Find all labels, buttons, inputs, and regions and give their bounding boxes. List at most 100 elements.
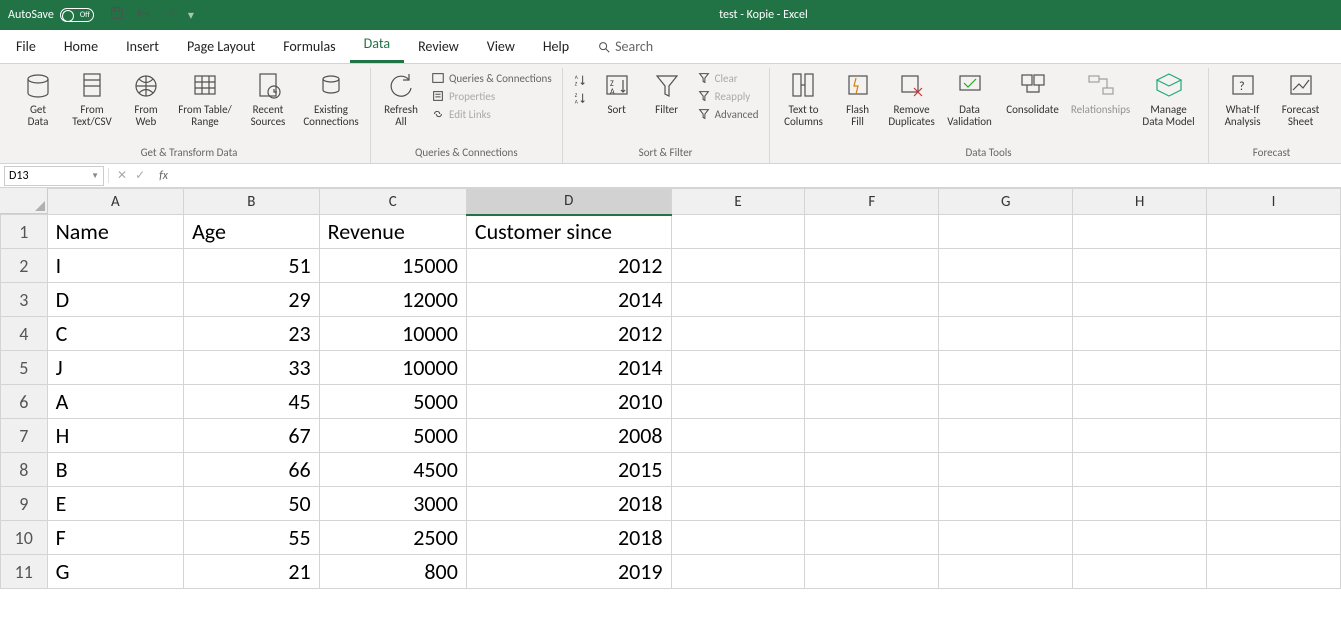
from-web-button[interactable]: FromWeb (122, 68, 170, 128)
cell-C9[interactable]: 3000 (319, 487, 466, 521)
cell-C1[interactable]: Revenue (319, 215, 466, 249)
cell-D4[interactable]: 2012 (466, 317, 671, 351)
cell-D2[interactable]: 2012 (466, 249, 671, 283)
cell-D3[interactable]: 2014 (466, 283, 671, 317)
autosave-off-icon[interactable]: Off (60, 8, 94, 22)
consolidate-button[interactable]: Consolidate (1000, 68, 1066, 116)
cell-C10[interactable]: 2500 (319, 521, 466, 555)
column-header-C[interactable]: C (319, 189, 466, 215)
column-header-E[interactable]: E (671, 189, 805, 215)
cell-B3[interactable]: 29 (184, 283, 320, 317)
filter-button[interactable]: Filter (643, 68, 691, 116)
cell-H3[interactable] (1073, 283, 1207, 317)
cell-A9[interactable]: E (47, 487, 184, 521)
sort-desc-button[interactable]: ZA (571, 90, 589, 106)
cell-A6[interactable]: A (47, 385, 184, 419)
queries-connections-button[interactable]: Queries & Connections (429, 70, 554, 86)
cell-E3[interactable] (671, 283, 805, 317)
data-validation-button[interactable]: DataValidation (942, 68, 998, 128)
tab-insert[interactable]: Insert (112, 30, 173, 63)
cell-C2[interactable]: 15000 (319, 249, 466, 283)
cell-D9[interactable]: 2018 (466, 487, 671, 521)
remove-duplicates-button[interactable]: RemoveDuplicates (884, 68, 940, 128)
advanced-filter-button[interactable]: Advanced (695, 106, 761, 122)
qat-customize-icon[interactable]: ▾ (188, 8, 194, 23)
enter-icon[interactable]: ✓ (135, 168, 145, 183)
cell-H5[interactable] (1073, 351, 1207, 385)
name-box[interactable]: D13 ▼ (4, 166, 104, 186)
relationships-button[interactable]: Relationships (1068, 68, 1134, 116)
sort-button[interactable]: ZA Sort (593, 68, 641, 116)
text-to-columns-button[interactable]: Text toColumns (776, 68, 832, 128)
cell-F6[interactable] (805, 385, 939, 419)
cell-D6[interactable]: 2010 (466, 385, 671, 419)
cell-F8[interactable] (805, 453, 939, 487)
cell-B5[interactable]: 33 (184, 351, 320, 385)
existing-connections-button[interactable]: ExistingConnections (298, 68, 364, 128)
cell-A3[interactable]: D (47, 283, 184, 317)
cell-A10[interactable]: F (47, 521, 184, 555)
fx-icon[interactable]: fx (153, 169, 174, 183)
chevron-down-icon[interactable]: ▼ (91, 171, 99, 181)
tab-page-layout[interactable]: Page Layout (173, 30, 269, 63)
cell-H8[interactable] (1073, 453, 1207, 487)
cell-D1[interactable]: Customer since (466, 215, 671, 249)
cell-G8[interactable] (939, 453, 1073, 487)
tab-home[interactable]: Home (50, 30, 112, 63)
edit-links-button[interactable]: Edit Links (429, 106, 554, 122)
cell-A1[interactable]: Name (47, 215, 184, 249)
redo-icon[interactable] (162, 6, 176, 24)
cell-G10[interactable] (939, 521, 1073, 555)
properties-button[interactable]: Properties (429, 88, 554, 104)
cell-F4[interactable] (805, 317, 939, 351)
column-header-I[interactable]: I (1207, 189, 1341, 215)
clear-filter-button[interactable]: Clear (695, 70, 761, 86)
column-header-H[interactable]: H (1073, 189, 1207, 215)
cell-F2[interactable] (805, 249, 939, 283)
cell-I2[interactable] (1207, 249, 1341, 283)
row-header[interactable]: 7 (1, 419, 48, 453)
cell-E2[interactable] (671, 249, 805, 283)
cell-B10[interactable]: 55 (184, 521, 320, 555)
cell-H11[interactable] (1073, 555, 1207, 589)
row-header[interactable]: 5 (1, 351, 48, 385)
cell-B6[interactable]: 45 (184, 385, 320, 419)
cell-E9[interactable] (671, 487, 805, 521)
cell-B8[interactable]: 66 (184, 453, 320, 487)
tab-view[interactable]: View (473, 30, 529, 63)
cell-G1[interactable] (939, 215, 1073, 249)
row-header[interactable]: 11 (1, 555, 48, 589)
cell-B1[interactable]: Age (184, 215, 320, 249)
cell-I8[interactable] (1207, 453, 1341, 487)
row-header[interactable]: 10 (1, 521, 48, 555)
save-icon[interactable] (110, 6, 124, 24)
cell-G2[interactable] (939, 249, 1073, 283)
tab-help[interactable]: Help (529, 30, 583, 63)
reapply-button[interactable]: Reapply (695, 88, 761, 104)
cell-G4[interactable] (939, 317, 1073, 351)
select-all-corner[interactable] (0, 188, 48, 214)
cell-A5[interactable]: J (47, 351, 184, 385)
cell-G5[interactable] (939, 351, 1073, 385)
cell-I5[interactable] (1207, 351, 1341, 385)
cell-F7[interactable] (805, 419, 939, 453)
column-header-B[interactable]: B (184, 189, 320, 215)
cell-C7[interactable]: 5000 (319, 419, 466, 453)
cell-I6[interactable] (1207, 385, 1341, 419)
cell-G11[interactable] (939, 555, 1073, 589)
cell-H6[interactable] (1073, 385, 1207, 419)
cell-I4[interactable] (1207, 317, 1341, 351)
cancel-icon[interactable]: ✕ (117, 168, 127, 183)
cell-C6[interactable]: 5000 (319, 385, 466, 419)
cell-H10[interactable] (1073, 521, 1207, 555)
from-text-csv-button[interactable]: FromText/CSV (64, 68, 120, 128)
cell-B7[interactable]: 67 (184, 419, 320, 453)
formula-input[interactable] (182, 166, 1341, 186)
flash-fill-button[interactable]: FlashFill (834, 68, 882, 128)
cell-D8[interactable]: 2015 (466, 453, 671, 487)
cell-H7[interactable] (1073, 419, 1207, 453)
get-data-button[interactable]: GetData (14, 68, 62, 128)
cell-E5[interactable] (671, 351, 805, 385)
cell-F10[interactable] (805, 521, 939, 555)
cell-I3[interactable] (1207, 283, 1341, 317)
